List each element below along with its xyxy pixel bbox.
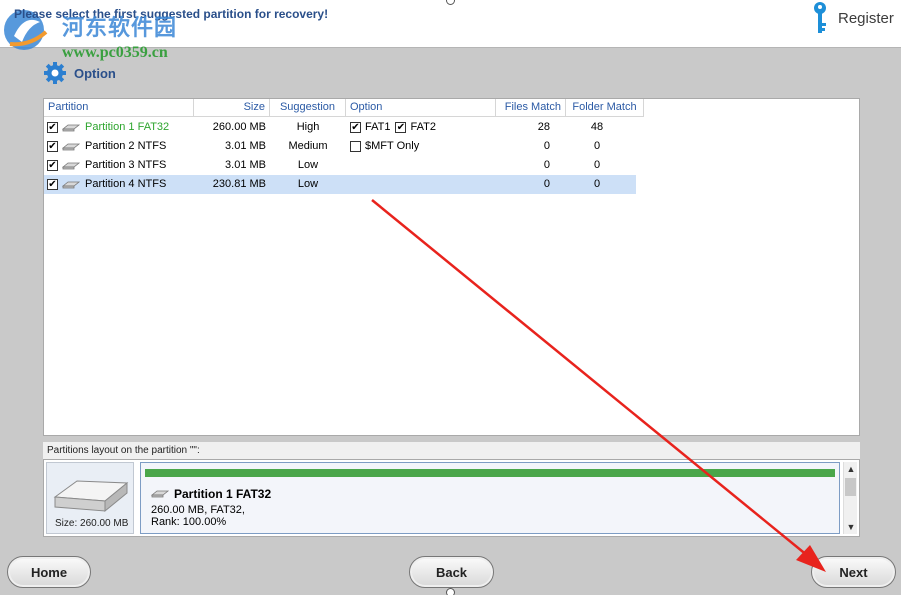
size-cell: 3.01 MB [225,159,266,171]
files-match-cell: 0 [543,159,550,171]
col-partition[interactable]: Partition [44,99,194,117]
folder-match-cell: 0 [593,159,601,171]
partition-name: Partition 2 NTFS [85,140,167,152]
next-button[interactable]: Next [811,556,896,588]
option-cell [346,156,496,175]
option-cell: ✔ FAT1 ✔ FAT2 [346,118,496,137]
layout-label: Partitions layout on the partition "": [43,442,860,459]
fat2-checkbox[interactable]: ✔ [395,122,407,133]
option-label: Option [74,65,116,81]
col-option[interactable]: Option [346,99,496,117]
fat2-label: FAT2 [410,121,436,133]
row-checkbox[interactable]: ✔ [47,160,58,171]
scroll-up-icon[interactable]: ▲ [844,462,858,476]
col-suggestion[interactable]: Suggestion [270,99,346,117]
folder-match-cell: 0 [593,178,601,190]
hard-disk-icon [53,480,129,513]
col-folder-match[interactable]: Folder Match [566,99,644,117]
files-match-cell: 0 [543,178,550,190]
option-tab[interactable]: Option [42,62,116,84]
mft-only-checkbox[interactable] [350,141,361,152]
partition-cell: ✔ Partition 4 NTFS [44,175,194,194]
partition-name: Partition 1 FAT32 [85,121,170,133]
table-row-selected[interactable]: ✔ Partition 4 NTFS 230.81 MB Low 0 0 [44,175,636,194]
partition-detail-size: 260.00 MB, FAT32, [151,504,245,516]
partition-table: Partition Size Suggestion Option Files M… [43,98,860,436]
partition-cell: ✔ Partition 2 NTFS [44,137,194,156]
col-size[interactable]: Size [194,99,270,117]
suggestion-cell: Medium [288,140,328,152]
partition-block-detail: 260.00 MB, FAT32, Rank: 100.00% [151,504,245,528]
row-checkbox[interactable]: ✔ [47,122,58,133]
disk-box: Size: 260.00 MB [46,462,134,534]
drive-icon [151,490,169,498]
row-checkbox[interactable]: ✔ [47,179,58,190]
gear-icon [44,62,66,84]
partition-detail-rank: Rank: 100.00% [151,516,227,528]
table-row[interactable]: ✔ Partition 1 FAT32 260.00 MB High ✔ FAT… [44,118,636,137]
partition-cell: ✔ Partition 1 FAT32 [44,118,194,137]
size-cell: 260.00 MB [212,121,266,133]
partition-block-title: Partition 1 FAT32 [151,487,271,501]
home-button[interactable]: Home [7,556,91,588]
partition-layout-panel: Size: 260.00 MB Partition 1 FAT32 260.00… [43,459,860,537]
size-cell: 230.81 MB [212,178,266,190]
watermark-text: 河东软件园 [62,16,178,41]
partition-name: Partition 3 NTFS [85,159,167,171]
folder-match-cell: 48 [590,121,604,133]
layout-scrollbar[interactable]: ▲ ▼ [843,462,857,534]
watermark-url: www.pc0359.cn [62,44,168,61]
drive-icon [62,124,80,131]
suggestion-cell: High [296,121,320,133]
register-label: Register [838,9,894,27]
folder-match-cell: 0 [593,140,601,152]
option-cell [346,175,496,194]
table-row[interactable]: ✔ Partition 3 NTFS 3.01 MB Low 0 0 [44,156,636,175]
col-files-match[interactable]: Files Match [496,99,566,117]
register-button[interactable]: Register [812,0,894,36]
partition-cell: ✔ Partition 3 NTFS [44,156,194,175]
fat1-label: FAT1 [365,121,391,133]
partition-usage-bar [145,469,835,477]
row-checkbox[interactable]: ✔ [47,141,58,152]
partition-block-name: Partition 1 FAT32 [174,487,272,501]
partition-name: Partition 4 NTFS [85,178,167,190]
suggestion-cell: Low [297,159,319,171]
drive-icon [62,162,80,169]
scroll-down-icon[interactable]: ▼ [844,520,858,534]
partition-block[interactable]: Partition 1 FAT32 260.00 MB, FAT32, Rank… [140,462,840,534]
drive-icon [62,181,80,188]
back-button[interactable]: Back [409,556,494,588]
disk-size: Size: 260.00 MB [55,518,129,529]
table-header: Partition Size Suggestion Option Files M… [44,99,644,117]
files-match-cell: 28 [537,121,550,133]
bottom-resize-handle[interactable] [446,588,455,595]
fat1-checkbox[interactable]: ✔ [350,122,361,133]
option-cell: $MFT Only [346,137,496,156]
suggestion-cell: Low [297,178,319,190]
table-row[interactable]: ✔ Partition 2 NTFS 3.01 MB Medium $MFT O… [44,137,636,156]
key-icon [814,2,826,33]
top-resize-handle[interactable] [446,0,455,5]
files-match-cell: 0 [543,140,550,152]
top-bar: Please select the first suggested partit… [0,0,901,50]
drive-icon [62,143,80,150]
size-cell: 3.01 MB [225,140,266,152]
mft-only-label: $MFT Only [365,140,420,152]
scroll-thumb[interactable] [845,478,856,496]
